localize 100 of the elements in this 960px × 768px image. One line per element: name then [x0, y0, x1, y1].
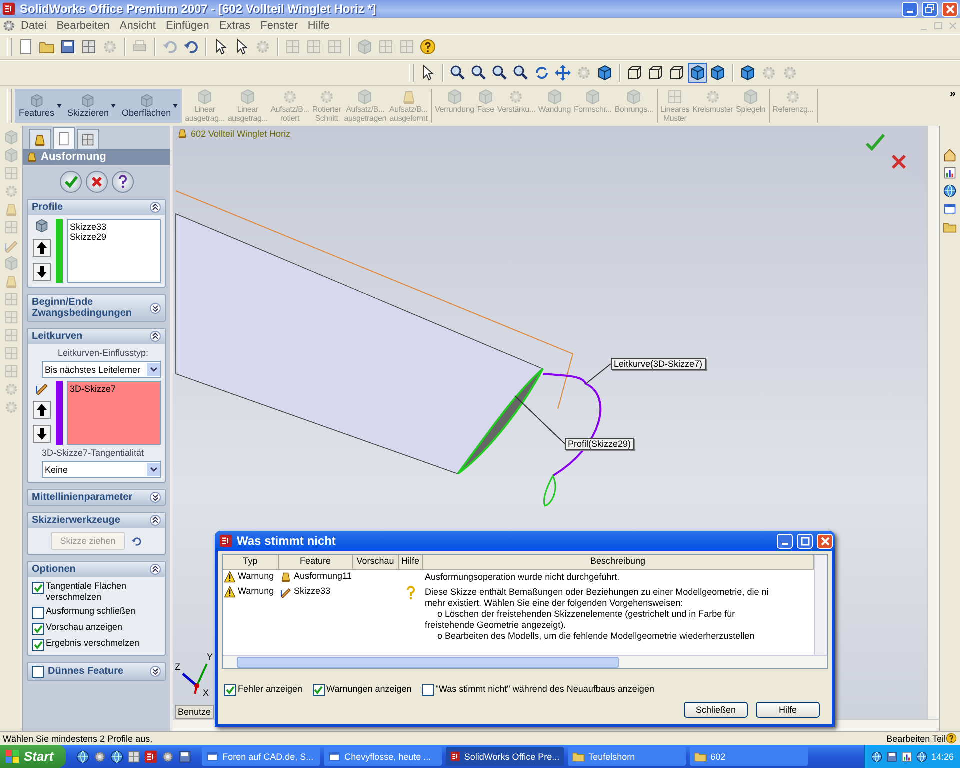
menu-item[interactable]: Datei [16, 20, 52, 32]
selection-list[interactable]: Skizze33 Skizze29 [67, 219, 161, 283]
move-down-button[interactable] [33, 263, 51, 281]
pan-icon[interactable] [555, 65, 571, 81]
configuration-tab[interactable] [77, 129, 99, 149]
checkbox[interactable] [32, 639, 44, 651]
column-header[interactable]: Feature [279, 555, 353, 570]
checkbox-label[interactable]: Fehler anzeigen [238, 684, 303, 695]
ok-button[interactable] [60, 171, 82, 193]
command-tab[interactable]: Oberflächen [120, 89, 180, 123]
chart-icon[interactable] [943, 166, 957, 180]
folder-icon[interactable] [943, 220, 957, 234]
start-button[interactable]: Start [0, 745, 66, 768]
dropdown[interactable]: Bis nächstes Leitelemer [42, 361, 161, 378]
help-button[interactable] [112, 171, 134, 193]
move-up-button[interactable] [33, 401, 51, 419]
expand-icon[interactable] [150, 302, 161, 314]
list-item[interactable]: Skizze29 [70, 232, 158, 242]
option-label[interactable]: Tangentiale Flächen verschmelzen [46, 581, 161, 603]
globe-icon[interactable] [943, 184, 957, 198]
quick-launch-icon[interactable] [178, 750, 192, 764]
help-icon[interactable] [420, 39, 436, 55]
tray-icon[interactable] [886, 750, 898, 762]
collapse-icon[interactable] [150, 515, 161, 526]
wireframe-cube-icon[interactable] [627, 65, 643, 81]
curved-arrow-icon[interactable] [183, 39, 199, 55]
shaded-cube-icon[interactable] [710, 65, 726, 81]
horizontal-scrollbar[interactable] [223, 655, 827, 668]
more-tools-button[interactable]: » [950, 86, 956, 126]
taskbar-button[interactable]: SolidWorks Office Pre... [446, 747, 564, 766]
zoom-icon[interactable] [492, 65, 508, 81]
move-up-button[interactable] [33, 239, 51, 257]
list-item[interactable]: Skizze33 [70, 222, 158, 232]
selection-list[interactable]: 3D-Skizze7 [67, 381, 161, 445]
property-tab[interactable] [53, 127, 75, 149]
option-label[interactable]: Ausformung schließen [46, 606, 136, 617]
window-icon[interactable] [943, 202, 957, 216]
quick-launch-icon[interactable] [76, 750, 90, 764]
menu-item[interactable]: Ansicht [114, 20, 161, 32]
checkbox[interactable] [32, 623, 44, 635]
taskbar-button[interactable]: Teufelshorn [568, 747, 686, 766]
quick-launch-icon[interactable] [144, 750, 158, 764]
wireframe-cube-icon[interactable] [669, 65, 685, 81]
checkbox[interactable] [224, 684, 236, 696]
tray-icon[interactable] [901, 750, 914, 762]
checkbox[interactable] [312, 684, 325, 696]
maximize-button[interactable] [797, 534, 813, 548]
tree-root-label[interactable]: 602 Vollteil Winglet Horiz [191, 128, 291, 138]
checkbox-label[interactable]: Warnungen anzeigen [326, 684, 412, 695]
menu-item[interactable]: Hilfe [302, 20, 335, 32]
quick-launch-icon[interactable] [92, 750, 107, 764]
option-label[interactable]: Vorschau anzeigen [46, 622, 123, 633]
quick-launch-icon[interactable] [160, 750, 175, 764]
model-tab[interactable]: Benutze [175, 705, 214, 719]
column-header[interactable]: Vorschau [353, 555, 399, 570]
dropdown[interactable]: Keine [42, 461, 161, 478]
vertical-scrollbar[interactable] [814, 555, 827, 655]
shaded-cube-icon[interactable] [740, 65, 756, 81]
column-header[interactable]: Typ [223, 555, 279, 570]
grid-icon[interactable] [81, 39, 97, 55]
minimize-button[interactable] [777, 534, 793, 548]
minimize-button[interactable] [902, 2, 918, 16]
checkbox[interactable] [32, 666, 44, 678]
taskbar-button[interactable]: 602 [690, 747, 808, 766]
command-tab[interactable]: Features [17, 89, 64, 123]
column-header[interactable]: Beschreibung [423, 555, 814, 570]
zoom-icon[interactable] [450, 65, 466, 81]
feature-tree-tab[interactable] [29, 129, 51, 149]
taskbar-button[interactable]: Foren auf CAD.de, S... [202, 747, 320, 766]
checkbox[interactable] [32, 607, 44, 619]
menu-item[interactable]: Fenster [256, 20, 303, 32]
menu-item[interactable]: Extras [214, 20, 256, 32]
move-down-button[interactable] [33, 425, 51, 443]
home-icon[interactable] [943, 148, 957, 162]
cancel-button[interactable] [86, 171, 108, 193]
collapse-icon[interactable] [150, 564, 161, 575]
close-button[interactable] [942, 2, 958, 16]
menu-item[interactable]: Einfügen [160, 20, 214, 32]
tray-icon[interactable] [871, 750, 884, 762]
menu-item[interactable]: Bearbeiten [52, 20, 115, 32]
wireframe-cube-icon[interactable] [648, 65, 664, 81]
dialog-button[interactable]: Hilfe [756, 702, 820, 718]
list-item[interactable]: 3D-Skizze7 [70, 384, 158, 394]
checkbox[interactable] [422, 684, 434, 696]
zoom-icon[interactable] [513, 65, 529, 81]
option-label[interactable]: Ergebnis verschmelzen [46, 638, 140, 649]
vertical-scrollbar[interactable] [927, 126, 939, 720]
rotate-icon[interactable] [534, 65, 550, 81]
checkbox[interactable] [32, 582, 44, 594]
restore-button[interactable] [922, 2, 938, 16]
collapse-icon[interactable] [150, 331, 161, 342]
expand-icon[interactable] [150, 492, 161, 503]
close-button[interactable] [817, 534, 833, 548]
quick-launch-icon[interactable] [110, 750, 124, 764]
expand-icon[interactable] [150, 666, 161, 677]
shaded-cube-icon[interactable] [597, 65, 613, 81]
collapse-icon[interactable] [150, 202, 161, 213]
checkbox-label[interactable]: "Was stimmt nicht" während des Neuaufbaus anzeigen [436, 684, 654, 695]
new-page-icon[interactable] [18, 39, 34, 55]
column-header[interactable]: Hilfe [399, 555, 423, 570]
